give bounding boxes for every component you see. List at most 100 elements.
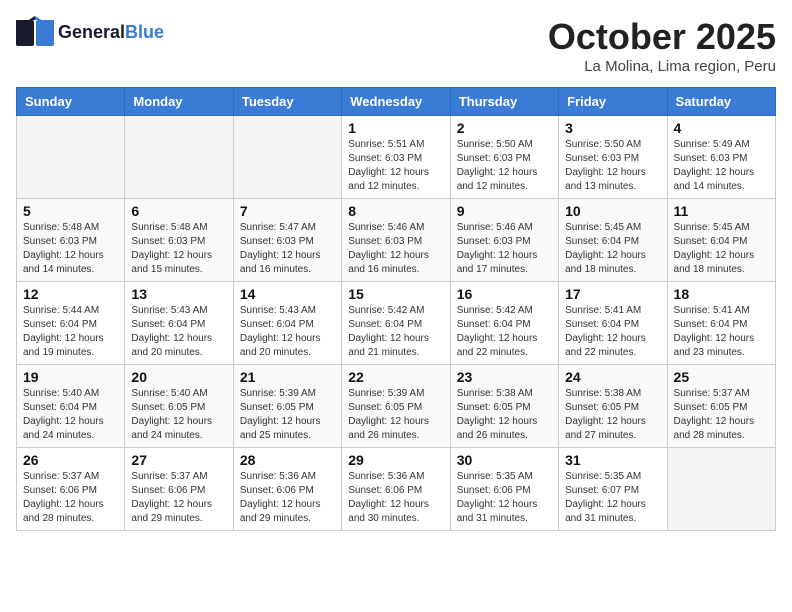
- calendar-cell: 15 Sunrise: 5:42 AMSunset: 6:04 PMDayligh…: [342, 282, 450, 365]
- day-number: 9: [457, 203, 552, 219]
- month-title: October 2025: [548, 16, 776, 58]
- calendar-week-row: 12 Sunrise: 5:44 AMSunset: 6:04 PMDayligh…: [17, 282, 776, 365]
- calendar-cell: 31Sunrise: 5:35 AMSunset: 6:07 PMDayligh…: [559, 448, 667, 531]
- day-number: 23: [457, 369, 552, 385]
- day-number: 19: [23, 369, 118, 385]
- day-number: 3: [565, 120, 660, 136]
- day-detail: Sunrise: 5:35 AMSunset: 6:06 PMDaylight:…: [457, 470, 552, 526]
- calendar-cell: 13 Sunrise: 5:43 AMSunset: 6:04 PMDayligh…: [125, 282, 233, 365]
- day-number: 27: [131, 452, 226, 468]
- day-number: 15: [348, 286, 443, 302]
- day-number: 26: [23, 452, 118, 468]
- day-detail: Sunrise: 5:37 AMSunset: 6:05 PMDaylight:…: [674, 387, 769, 443]
- day-number: 18: [674, 286, 769, 302]
- day-number: 4: [674, 120, 769, 136]
- weekday-header: Sunday: [17, 88, 125, 116]
- calendar-cell: 29 Sunrise: 5:36 AMSunset: 6:06 PMDayligh…: [342, 448, 450, 531]
- calendar-cell: 12 Sunrise: 5:44 AMSunset: 6:04 PMDayligh…: [17, 282, 125, 365]
- calendar-cell: 11 Sunrise: 5:45 AMSunset: 6:04 PMDayligh…: [667, 199, 775, 282]
- day-detail: Sunrise: 5:35 AMSunset: 6:07 PMDaylight:…: [565, 470, 660, 526]
- calendar-cell: 8 Sunrise: 5:46 AMSunset: 6:03 PMDaylight…: [342, 199, 450, 282]
- day-number: 17: [565, 286, 660, 302]
- calendar-cell: 14 Sunrise: 5:43 AMSunset: 6:04 PMDayligh…: [233, 282, 341, 365]
- day-detail: Sunrise: 5:44 AMSunset: 6:04 PMDaylight:…: [23, 304, 118, 360]
- day-detail: Sunrise: 5:41 AMSunset: 6:04 PMDaylight:…: [565, 304, 660, 360]
- logo-icon: [16, 16, 54, 50]
- day-detail: Sunrise: 5:50 AMSunset: 6:03 PMDaylight:…: [457, 138, 552, 194]
- day-number: 14: [240, 286, 335, 302]
- calendar-cell: 9 Sunrise: 5:46 AMSunset: 6:03 PMDaylight…: [450, 199, 558, 282]
- day-number: 13: [131, 286, 226, 302]
- weekday-header: Tuesday: [233, 88, 341, 116]
- calendar-cell: 26 Sunrise: 5:37 AMSunset: 6:06 PMDayligh…: [17, 448, 125, 531]
- day-number: 6: [131, 203, 226, 219]
- day-number: 24: [565, 369, 660, 385]
- calendar-cell: 10 Sunrise: 5:45 AMSunset: 6:04 PMDayligh…: [559, 199, 667, 282]
- day-number: 7: [240, 203, 335, 219]
- day-number: 2: [457, 120, 552, 136]
- day-detail: Sunrise: 5:45 AMSunset: 6:04 PMDaylight:…: [565, 221, 660, 277]
- day-detail: Sunrise: 5:42 AMSunset: 6:04 PMDaylight:…: [457, 304, 552, 360]
- calendar-cell: 28Sunrise: 5:36 AMSunset: 6:06 PMDayligh…: [233, 448, 341, 531]
- day-number: 5: [23, 203, 118, 219]
- day-detail: Sunrise: 5:46 AMSunset: 6:03 PMDaylight:…: [348, 221, 443, 277]
- day-detail: Sunrise: 5:46 AMSunset: 6:03 PMDaylight:…: [457, 221, 552, 277]
- day-detail: Sunrise: 5:48 AMSunset: 6:03 PMDaylight:…: [23, 221, 118, 277]
- calendar-cell: 25 Sunrise: 5:37 AMSunset: 6:05 PMDayligh…: [667, 365, 775, 448]
- day-detail: Sunrise: 5:45 AMSunset: 6:04 PMDaylight:…: [674, 221, 769, 277]
- calendar-cell: 30 Sunrise: 5:35 AMSunset: 6:06 PMDayligh…: [450, 448, 558, 531]
- calendar-cell: [667, 448, 775, 531]
- calendar-cell: 6Sunrise: 5:48 AMSunset: 6:03 PMDaylight…: [125, 199, 233, 282]
- calendar-cell: [17, 116, 125, 199]
- day-number: 8: [348, 203, 443, 219]
- weekday-header: Saturday: [667, 88, 775, 116]
- day-detail: Sunrise: 5:50 AMSunset: 6:03 PMDaylight:…: [565, 138, 660, 194]
- calendar-cell: 19 Sunrise: 5:40 AMSunset: 6:04 PMDayligh…: [17, 365, 125, 448]
- day-detail: Sunrise: 5:40 AMSunset: 6:05 PMDaylight:…: [131, 387, 226, 443]
- calendar-cell: 16 Sunrise: 5:42 AMSunset: 6:04 PMDayligh…: [450, 282, 558, 365]
- calendar-cell: [125, 116, 233, 199]
- day-number: 30: [457, 452, 552, 468]
- calendar-week-row: 1Sunrise: 5:51 AMSunset: 6:03 PMDaylight…: [17, 116, 776, 199]
- calendar-cell: 1Sunrise: 5:51 AMSunset: 6:03 PMDaylight…: [342, 116, 450, 199]
- calendar-cell: 20Sunrise: 5:40 AMSunset: 6:05 PMDayligh…: [125, 365, 233, 448]
- calendar-cell: 24 Sunrise: 5:38 AMSunset: 6:05 PMDayligh…: [559, 365, 667, 448]
- day-number: 22: [348, 369, 443, 385]
- day-detail: Sunrise: 5:40 AMSunset: 6:04 PMDaylight:…: [23, 387, 118, 443]
- day-number: 11: [674, 203, 769, 219]
- day-detail: Sunrise: 5:47 AMSunset: 6:03 PMDaylight:…: [240, 221, 335, 277]
- calendar-week-row: 5 Sunrise: 5:48 AMSunset: 6:03 PMDaylight…: [17, 199, 776, 282]
- day-detail: Sunrise: 5:36 AMSunset: 6:06 PMDaylight:…: [348, 470, 443, 526]
- day-number: 12: [23, 286, 118, 302]
- day-number: 29: [348, 452, 443, 468]
- day-number: 10: [565, 203, 660, 219]
- calendar-cell: 21Sunrise: 5:39 AMSunset: 6:05 PMDayligh…: [233, 365, 341, 448]
- weekday-header-row: SundayMondayTuesdayWednesdayThursdayFrid…: [17, 88, 776, 116]
- day-detail: Sunrise: 5:43 AMSunset: 6:04 PMDaylight:…: [240, 304, 335, 360]
- calendar-cell: [233, 116, 341, 199]
- calendar-cell: 23 Sunrise: 5:38 AMSunset: 6:05 PMDayligh…: [450, 365, 558, 448]
- day-detail: Sunrise: 5:41 AMSunset: 6:04 PMDaylight:…: [674, 304, 769, 360]
- day-detail: Sunrise: 5:36 AMSunset: 6:06 PMDaylight:…: [240, 470, 335, 526]
- day-number: 25: [674, 369, 769, 385]
- day-detail: Sunrise: 5:38 AMSunset: 6:05 PMDaylight:…: [565, 387, 660, 443]
- day-detail: Sunrise: 5:42 AMSunset: 6:04 PMDaylight:…: [348, 304, 443, 360]
- calendar-table: SundayMondayTuesdayWednesdayThursdayFrid…: [16, 87, 776, 531]
- calendar-cell: 3 Sunrise: 5:50 AMSunset: 6:03 PMDaylight…: [559, 116, 667, 199]
- day-detail: Sunrise: 5:49 AMSunset: 6:03 PMDaylight:…: [674, 138, 769, 194]
- weekday-header: Friday: [559, 88, 667, 116]
- day-detail: Sunrise: 5:38 AMSunset: 6:05 PMDaylight:…: [457, 387, 552, 443]
- logo-general: General: [58, 22, 125, 42]
- day-number: 16: [457, 286, 552, 302]
- day-detail: Sunrise: 5:37 AMSunset: 6:06 PMDaylight:…: [23, 470, 118, 526]
- calendar-cell: 2 Sunrise: 5:50 AMSunset: 6:03 PMDaylight…: [450, 116, 558, 199]
- weekday-header: Monday: [125, 88, 233, 116]
- calendar-cell: 4 Sunrise: 5:49 AMSunset: 6:03 PMDaylight…: [667, 116, 775, 199]
- calendar-cell: 22Sunrise: 5:39 AMSunset: 6:05 PMDayligh…: [342, 365, 450, 448]
- day-detail: Sunrise: 5:37 AMSunset: 6:06 PMDaylight:…: [131, 470, 226, 526]
- day-detail: Sunrise: 5:43 AMSunset: 6:04 PMDaylight:…: [131, 304, 226, 360]
- page-header: GeneralBlue October 2025 La Molina, Lima…: [16, 16, 776, 75]
- day-detail: Sunrise: 5:39 AMSunset: 6:05 PMDaylight:…: [240, 387, 335, 443]
- calendar-cell: 27 Sunrise: 5:37 AMSunset: 6:06 PMDayligh…: [125, 448, 233, 531]
- logo-blue: Blue: [125, 22, 164, 42]
